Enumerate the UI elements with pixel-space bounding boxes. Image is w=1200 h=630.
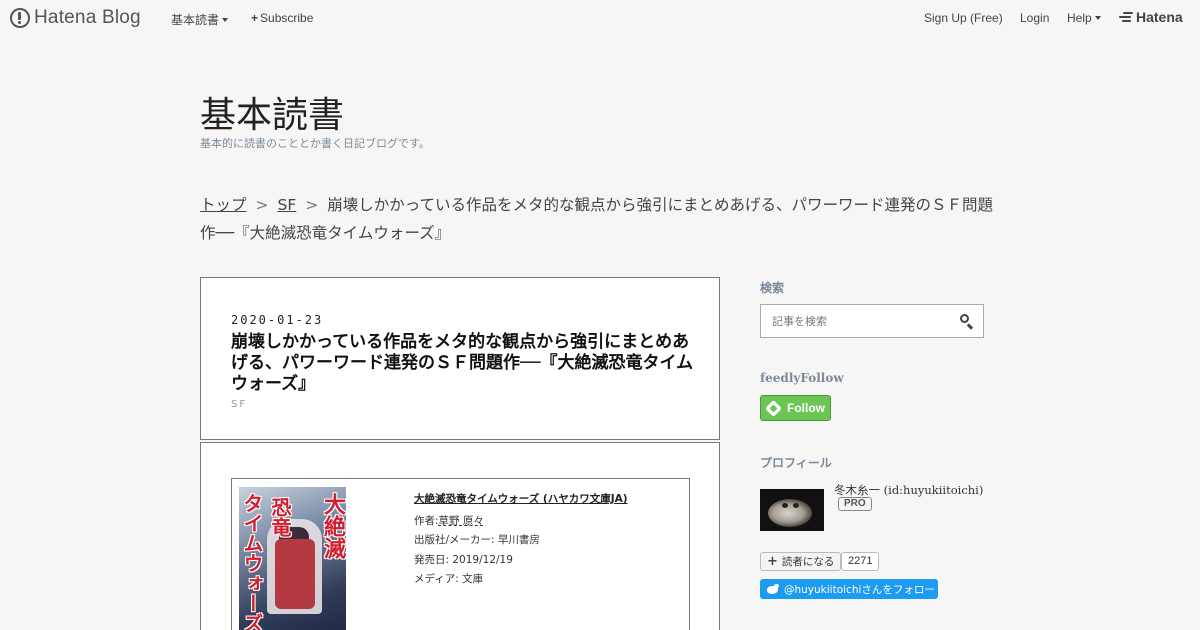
help-label: Help bbox=[1067, 11, 1092, 25]
product-title-link[interactable]: 大絶滅恐竜タイムウォーズ (ハヤカワ文庫JA) bbox=[414, 490, 684, 510]
author-label: 作者: bbox=[414, 514, 439, 527]
subscribe-button[interactable]: + Subscribe bbox=[251, 11, 313, 25]
product-publisher: 出版社/メーカー: 早川書房 bbox=[414, 534, 540, 546]
become-reader-button[interactable]: + 読者になる bbox=[760, 552, 842, 571]
breadcrumb-category[interactable]: SF bbox=[278, 196, 297, 214]
read-menu-label: 基本読書 bbox=[171, 13, 220, 27]
become-reader-label: 読者になる bbox=[781, 556, 835, 568]
entry-header: 2020-01-23 崩壊しかかっている作品をメタ的な観点から強引にまとめあげる… bbox=[200, 277, 720, 440]
feedly-follow-label: Follow bbox=[787, 401, 825, 415]
cover-title-3: タイムウォーズ bbox=[240, 493, 264, 630]
product-release-date: 発売日: 2019/12/19 bbox=[414, 553, 513, 566]
breadcrumb-home[interactable]: トップ bbox=[200, 196, 247, 214]
entry-category[interactable]: SF bbox=[231, 399, 247, 410]
brand-name: Hatena Blog bbox=[34, 7, 141, 28]
search-icon bbox=[960, 314, 969, 323]
avatar[interactable] bbox=[760, 489, 824, 531]
feedly-heading: feedlyFollow bbox=[760, 371, 844, 385]
search-heading: 検索 bbox=[760, 281, 785, 295]
global-header: Hatena Blog 基本読書 + Subscribe Sign Up (Fre… bbox=[0, 0, 1200, 36]
search-form bbox=[760, 304, 984, 338]
feedly-follow-button[interactable]: Follow bbox=[760, 395, 831, 421]
entry-body: 大絶滅 恐竜 タイムウォーズ 大絶滅恐竜タイムウォーズ (ハヤカワ文庫JA) 作… bbox=[200, 442, 720, 630]
caret-down-icon bbox=[1094, 15, 1101, 20]
subscribe-label: Subscribe bbox=[260, 11, 314, 25]
search-input[interactable] bbox=[761, 305, 951, 337]
product-author: 作者:草野 原々 bbox=[414, 512, 684, 532]
hatena-blog-icon bbox=[10, 8, 30, 28]
twitter-follow-button[interactable]: @huyukiitoichiさんをフォロー bbox=[760, 579, 938, 599]
book-cover-image[interactable]: 大絶滅 恐竜 タイムウォーズ bbox=[239, 487, 346, 630]
blog-description: 基本的に読書のこととか書く日記ブログです。 bbox=[200, 137, 430, 150]
signup-link[interactable]: Sign Up (Free) bbox=[924, 11, 1003, 25]
breadcrumb-current: 崩壊しかかっている作品をメタ的な観点から強引にまとめあげる、パワーワード連発のＳ… bbox=[200, 196, 994, 242]
hatena-text: Hatena bbox=[1136, 9, 1183, 25]
caret-down-icon bbox=[222, 17, 229, 22]
entry-title[interactable]: 崩壊しかかっている作品をメタ的な観点から強引にまとめあげる、パワーワード連発のＳ… bbox=[231, 332, 696, 395]
product-media: メディア: 文庫 bbox=[414, 573, 484, 585]
login-link[interactable]: Login bbox=[1020, 11, 1049, 25]
hatena-logo[interactable]: Hatena bbox=[1119, 9, 1183, 25]
twitter-follow-label: @huyukiitoichiさんをフォロー bbox=[784, 583, 935, 596]
pro-badge: PRO bbox=[838, 497, 872, 511]
breadcrumb-separator: > bbox=[305, 196, 319, 214]
twitter-bird-icon bbox=[766, 583, 779, 595]
search-button[interactable] bbox=[959, 313, 975, 330]
hatena-mark-icon bbox=[1119, 11, 1133, 23]
breadcrumb-separator: > bbox=[255, 196, 269, 214]
feedly-icon bbox=[765, 399, 782, 417]
entry-date[interactable]: 2020-01-23 bbox=[231, 313, 323, 327]
read-menu[interactable]: 基本読書 bbox=[171, 11, 229, 28]
profile-name[interactable]: 冬木糸一 (id:huyukiitoichi) bbox=[834, 482, 983, 498]
blog-title[interactable]: 基本読書 bbox=[200, 86, 344, 138]
cover-title-1: 大絶滅 bbox=[320, 493, 345, 559]
product-card: 大絶滅 恐竜 タイムウォーズ 大絶滅恐竜タイムウォーズ (ハヤカワ文庫JA) 作… bbox=[231, 478, 690, 630]
cover-title-2: 恐竜 bbox=[268, 497, 292, 537]
product-info: 大絶滅恐竜タイムウォーズ (ハヤカワ文庫JA) 作者:草野 原々 出版社/メーカ… bbox=[414, 490, 684, 590]
hatena-blog-logo[interactable]: Hatena Blog bbox=[10, 7, 141, 29]
plus-icon: + bbox=[767, 554, 778, 569]
profile-heading: プロフィール bbox=[760, 456, 832, 470]
help-menu[interactable]: Help bbox=[1067, 11, 1101, 25]
plus-icon: + bbox=[251, 11, 259, 25]
reader-count: 2271 bbox=[841, 552, 880, 571]
breadcrumb: トップ > SF > 崩壊しかかっている作品をメタ的な観点から強引にまとめあげる、パワー… bbox=[200, 191, 1000, 247]
author-link[interactable]: 草野 原々 bbox=[439, 515, 484, 527]
